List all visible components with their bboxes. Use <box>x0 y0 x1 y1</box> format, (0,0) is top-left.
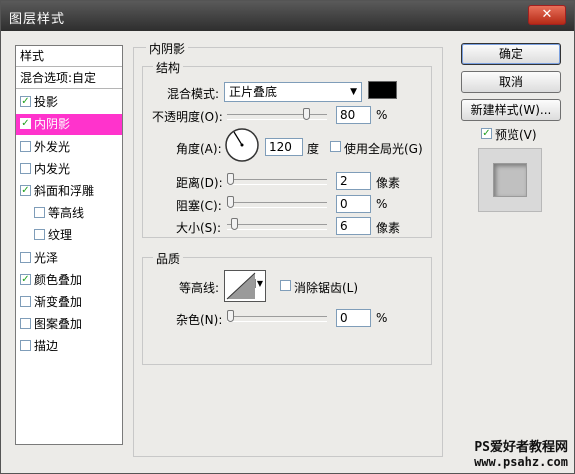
choke-unit: % <box>376 197 388 211</box>
noise-slider[interactable] <box>227 310 327 322</box>
noise-label: 杂色(N): <box>176 313 223 327</box>
inner-glow-checkbox[interactable] <box>20 163 31 174</box>
distance-label: 距离(D): <box>176 176 223 190</box>
color-overlay-checkbox[interactable]: ✓ <box>20 274 31 285</box>
style-item-stroke[interactable]: 描边 <box>16 336 122 357</box>
blend-options-item[interactable]: 混合选项:自定 <box>16 68 122 89</box>
opacity-label: 不透明度(O): <box>152 110 223 124</box>
opacity-slider[interactable] <box>227 108 327 120</box>
gradient-overlay-checkbox[interactable] <box>20 296 31 307</box>
opacity-input[interactable]: 80 <box>336 106 371 124</box>
pattern-overlay-checkbox[interactable] <box>20 318 31 329</box>
style-item-inner-glow[interactable]: 内发光 <box>16 159 122 180</box>
size-input[interactable]: 6 <box>336 217 371 235</box>
stroke-checkbox[interactable] <box>20 340 31 351</box>
satin-checkbox[interactable] <box>20 252 31 263</box>
preview-swatch <box>493 163 527 197</box>
size-unit: 像素 <box>376 221 401 235</box>
style-item-bevel-emboss[interactable]: ✓ 斜面和浮雕 <box>16 181 122 202</box>
style-item-satin[interactable]: 光泽 <box>16 248 122 269</box>
angle-unit: 度 <box>307 142 320 156</box>
contour-linear-icon <box>226 272 256 300</box>
styles-header[interactable]: 样式 <box>16 46 122 67</box>
anti-alias-checkbox[interactable] <box>280 280 291 291</box>
distance-input[interactable]: 2 <box>336 172 371 190</box>
size-slider-thumb[interactable] <box>231 218 238 230</box>
close-icon: ✕ <box>541 7 553 22</box>
noise-unit: % <box>376 311 388 325</box>
watermark: PS爱好者教程网 www.psahz.com <box>474 436 568 469</box>
size-slider[interactable] <box>227 218 327 230</box>
inner-shadow-group-title: 内阴影 <box>146 40 189 57</box>
style-preview-thumbnail <box>478 148 542 212</box>
angle-dial[interactable] <box>224 127 260 163</box>
choke-input[interactable]: 0 <box>336 195 371 213</box>
size-label: 大小(S): <box>176 221 222 235</box>
layer-style-dialog: 图层样式 ✕ 样式 混合选项:自定 ✓ 投影 ✓ 内阴影 外发光 内发光 ✓ 斜面和浮… <box>0 0 575 474</box>
dialog-title: 图层样式 <box>9 12 66 27</box>
style-item-texture[interactable]: 纹理 <box>16 225 122 246</box>
opacity-slider-thumb[interactable] <box>303 108 310 120</box>
style-item-gradient-overlay[interactable]: 渐变叠加 <box>16 292 122 313</box>
preview-checkbox[interactable]: ✓ <box>481 128 492 139</box>
chevron-down-icon: ▼ <box>350 87 357 97</box>
choke-label: 阻塞(C): <box>176 199 222 213</box>
choke-slider[interactable] <box>227 196 327 208</box>
contour-checkbox[interactable] <box>34 207 45 218</box>
angle-input[interactable]: 120 <box>265 138 303 156</box>
noise-slider-thumb[interactable] <box>227 310 234 322</box>
inner-shadow-checkbox[interactable]: ✓ <box>20 118 31 129</box>
anti-alias-label: 消除锯齿(L) <box>294 281 359 295</box>
quality-group-title: 品质 <box>153 250 184 267</box>
styles-list: 样式 混合选项:自定 ✓ 投影 ✓ 内阴影 外发光 内发光 ✓ 斜面和浮雕 等高线 纹… <box>15 45 123 445</box>
watermark-url: www.psahz.com <box>474 455 568 469</box>
opacity-unit: % <box>376 108 388 122</box>
blend-mode-select[interactable]: 正片叠底 ▼ <box>224 82 362 102</box>
choke-slider-thumb[interactable] <box>227 196 234 208</box>
shadow-color-swatch[interactable] <box>368 81 397 99</box>
style-item-inner-shadow[interactable]: ✓ 内阴影 <box>16 114 122 135</box>
contour-label: 等高线: <box>179 281 220 295</box>
style-item-pattern-overlay[interactable]: 图案叠加 <box>16 314 122 335</box>
distance-unit: 像素 <box>376 176 401 190</box>
title-bar[interactable]: 图层样式 ✕ <box>1 1 574 31</box>
global-light-label: 使用全局光(G) <box>344 142 423 156</box>
distance-slider[interactable] <box>227 173 327 185</box>
distance-slider-thumb[interactable] <box>227 173 234 185</box>
watermark-title: PS爱好者教程网 <box>474 440 568 455</box>
contour-picker[interactable]: ▼ <box>224 270 266 302</box>
style-item-contour[interactable]: 等高线 <box>16 203 122 224</box>
new-style-button[interactable]: 新建样式(W)... <box>461 99 561 121</box>
blend-mode-label: 混合模式: <box>167 87 220 101</box>
bevel-emboss-checkbox[interactable]: ✓ <box>20 185 31 196</box>
style-item-outer-glow[interactable]: 外发光 <box>16 137 122 158</box>
preview-label: 预览(V) <box>495 128 537 142</box>
contour-dropdown-icon[interactable]: ▼ <box>254 279 263 288</box>
dialog-client: 样式 混合选项:自定 ✓ 投影 ✓ 内阴影 外发光 内发光 ✓ 斜面和浮雕 等高线 纹… <box>1 31 574 473</box>
outer-glow-checkbox[interactable] <box>20 141 31 152</box>
close-button[interactable]: ✕ <box>528 5 566 25</box>
ok-button[interactable]: 确定 <box>461 43 561 65</box>
cancel-button[interactable]: 取消 <box>461 71 561 93</box>
global-light-checkbox[interactable] <box>330 141 341 152</box>
structure-group-title: 结构 <box>153 59 184 76</box>
drop-shadow-checkbox[interactable]: ✓ <box>20 96 31 107</box>
style-item-color-overlay[interactable]: ✓ 颜色叠加 <box>16 270 122 291</box>
texture-checkbox[interactable] <box>34 229 45 240</box>
angle-label: 角度(A): <box>176 142 222 156</box>
style-item-drop-shadow[interactable]: ✓ 投影 <box>16 92 122 113</box>
noise-input[interactable]: 0 <box>336 309 371 327</box>
